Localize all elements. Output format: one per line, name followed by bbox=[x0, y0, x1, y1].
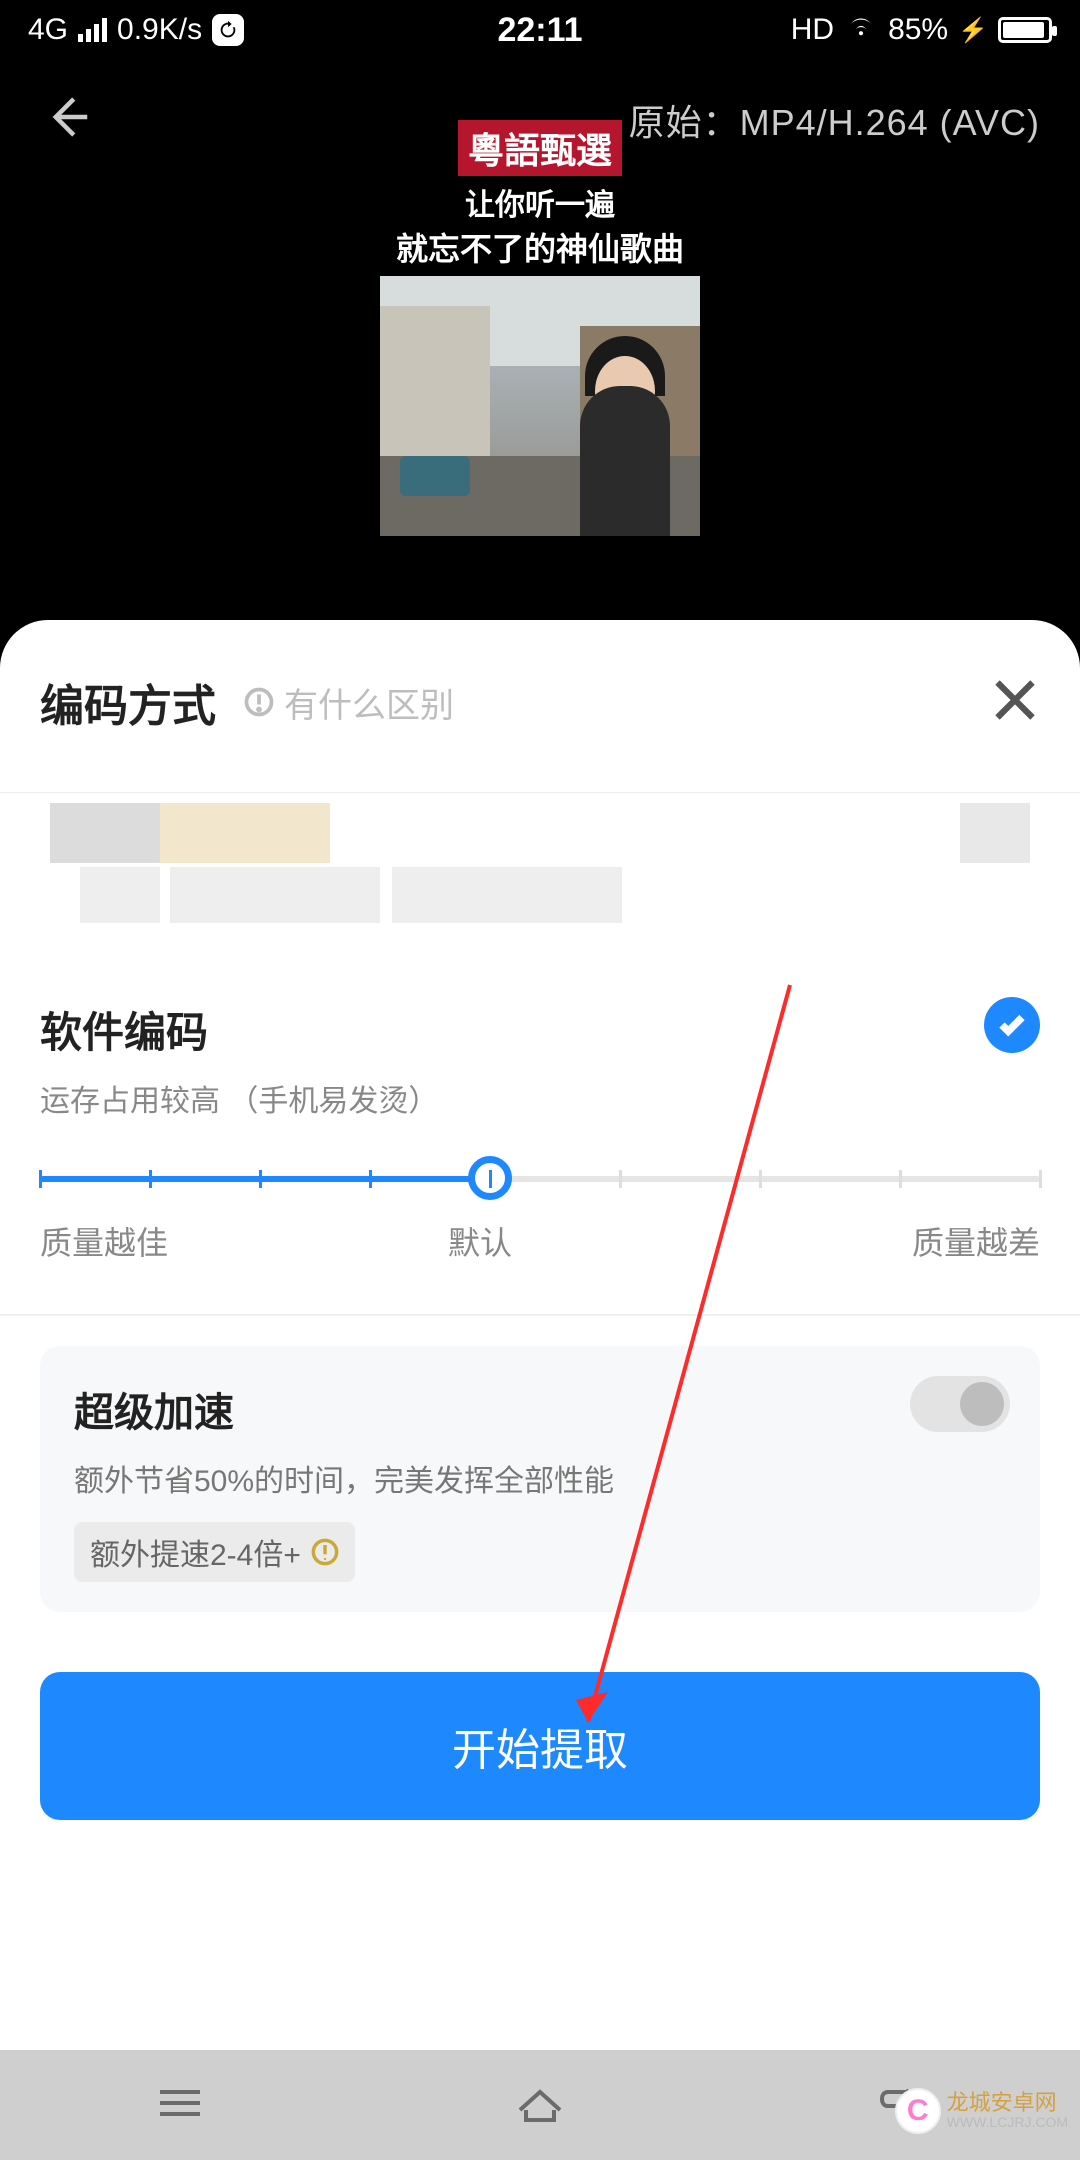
help-link[interactable]: 有什么区别 bbox=[244, 678, 454, 727]
thumb-image bbox=[380, 276, 700, 536]
slider-label-mid: 默认 bbox=[448, 1218, 512, 1264]
boost-tag[interactable]: 额外提速2-4倍+ bbox=[74, 1522, 355, 1582]
network-type: 4G bbox=[28, 13, 68, 47]
sheet-header: 编码方式 有什么区别 bbox=[0, 620, 1080, 764]
slider-label-right: 质量越差 bbox=[912, 1218, 1040, 1264]
watermark-name: 龙城安卓网 bbox=[947, 2092, 1068, 2114]
sync-icon bbox=[212, 14, 244, 46]
boost-tag-text: 额外提速2-4倍+ bbox=[90, 1530, 301, 1574]
nav-home-icon[interactable] bbox=[510, 2080, 570, 2131]
back-button[interactable] bbox=[40, 90, 94, 149]
redacted-options-row bbox=[0, 792, 1080, 963]
status-right: HD 85% ⚡ bbox=[791, 12, 1052, 48]
start-extract-button[interactable]: 开始提取 bbox=[40, 1672, 1040, 1820]
boost-toggle[interactable] bbox=[910, 1376, 1010, 1432]
video-thumbnail[interactable]: 粵語甄選 让你听一遍 就忘不了的神仙歌曲 bbox=[380, 120, 700, 536]
watermark-logo: C bbox=[895, 2088, 941, 2134]
slider-label-left: 质量越佳 bbox=[40, 1218, 168, 1264]
network-speed: 0.9K/s bbox=[117, 13, 202, 47]
option-subtitle: 运存占用较高 （手机易发烫） bbox=[40, 1076, 1040, 1120]
close-button[interactable] bbox=[990, 675, 1040, 730]
battery-percent: 85% bbox=[888, 13, 948, 47]
battery-icon bbox=[998, 17, 1052, 43]
selected-check-icon bbox=[984, 997, 1040, 1053]
cta-label: 开始提取 bbox=[452, 1726, 628, 1775]
super-boost-card: 超级加速 额外节省50%的时间，完美发挥全部性能 额外提速2-4倍+ bbox=[40, 1346, 1040, 1612]
watermark-url: WWW.LCJRJ.COM bbox=[947, 2114, 1068, 2130]
status-left: 4G 0.9K/s bbox=[28, 13, 244, 47]
video-preview: 原始：MP4/H.264 (AVC) 粵語甄選 让你听一遍 就忘不了的神仙歌曲 bbox=[0, 60, 1080, 620]
clock: 22:11 bbox=[497, 11, 582, 50]
help-text: 有什么区别 bbox=[284, 678, 454, 727]
thumb-title: 粵語甄選 bbox=[458, 120, 622, 176]
boost-subtitle: 额外节省50%的时间，完美发挥全部性能 bbox=[74, 1456, 1006, 1500]
charging-icon: ⚡ bbox=[958, 16, 988, 45]
quality-slider[interactable]: 质量越佳 默认 质量越差 bbox=[0, 1146, 1080, 1274]
watermark: C 龙城安卓网 WWW.LCJRJ.COM bbox=[895, 2088, 1068, 2134]
warning-icon bbox=[311, 1538, 339, 1566]
hd-indicator: HD bbox=[791, 13, 834, 47]
boost-title: 超级加速 bbox=[74, 1380, 1006, 1438]
divider bbox=[0, 1314, 1080, 1316]
toggle-knob bbox=[960, 1382, 1004, 1426]
thumb-subtitle-2: 就忘不了的神仙歌曲 bbox=[380, 224, 700, 270]
sheet-title: 编码方式 bbox=[40, 670, 216, 734]
signal-icon bbox=[78, 18, 107, 42]
wifi-icon bbox=[844, 12, 878, 48]
status-bar: 4G 0.9K/s 22:11 HD 85% ⚡ bbox=[0, 0, 1080, 60]
encoding-sheet: 编码方式 有什么区别 软件编码 运存占用较高 （手机易发烫） bbox=[0, 620, 1080, 2160]
nav-recent-icon[interactable] bbox=[150, 2080, 210, 2131]
thumb-subtitle-1: 让你听一遍 bbox=[380, 180, 700, 224]
option-title: 软件编码 bbox=[40, 999, 1040, 1060]
software-encoding-option[interactable]: 软件编码 运存占用较高 （手机易发烫） bbox=[0, 963, 1080, 1146]
